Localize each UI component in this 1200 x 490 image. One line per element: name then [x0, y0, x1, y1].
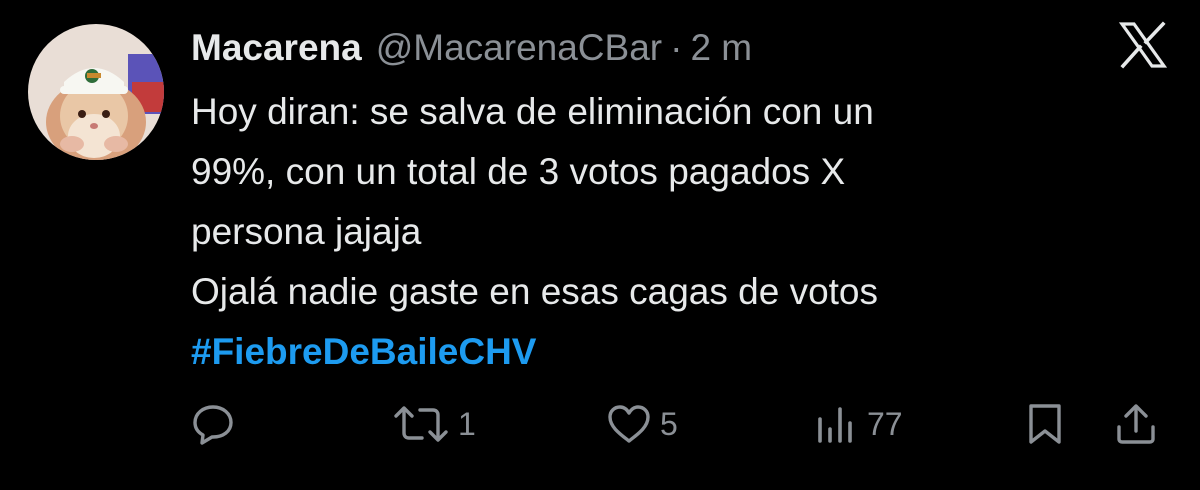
tweet-header: Macarena @MacarenaCBar · 2 m: [191, 24, 752, 72]
heart-icon: [608, 405, 650, 443]
x-logo-icon: [1118, 20, 1168, 70]
tweet-text-line: Hoy diran: se salva de eliminación con u…: [191, 91, 874, 132]
separator-dot: ·: [670, 27, 683, 68]
action-bar: 1 5 77: [0, 396, 1200, 452]
retweet-count: 1: [458, 405, 476, 442]
share-button[interactable]: [1113, 396, 1159, 452]
share-icon: [1117, 404, 1155, 444]
author-handle[interactable]: @MacarenaCBar: [376, 27, 662, 69]
bar-chart-icon: [818, 407, 852, 443]
retweet-button[interactable]: 1: [392, 396, 476, 452]
like-count: 5: [660, 405, 678, 442]
tweet-card: Macarena @MacarenaCBar · 2 m Hoy diran: …: [0, 0, 1200, 490]
hashtag-link[interactable]: #FiebreDeBaileCHV: [191, 322, 1181, 382]
reply-button[interactable]: [190, 396, 236, 452]
tweet-text: Hoy diran: se salva de eliminación con u…: [191, 82, 1181, 382]
like-button[interactable]: 5: [606, 396, 678, 452]
tweet-text-line: persona jajaja: [191, 211, 422, 252]
hamster-avatar-image: [28, 24, 164, 160]
tweet-text-line: Ojalá nadie gaste en esas cagas de votos: [191, 271, 879, 312]
tweet-text-line: 99%, con un total de 3 votos pagados X: [191, 151, 846, 192]
bookmark-icon: [1029, 404, 1061, 444]
timestamp[interactable]: 2 m: [690, 27, 752, 69]
speech-bubble-icon: [193, 405, 233, 445]
views-button[interactable]: 77: [815, 396, 903, 452]
views-count: 77: [867, 405, 903, 442]
author-name[interactable]: Macarena: [191, 27, 362, 69]
bookmark-button[interactable]: [1022, 396, 1068, 452]
retweet-icon: [394, 406, 448, 442]
avatar[interactable]: [28, 24, 164, 160]
